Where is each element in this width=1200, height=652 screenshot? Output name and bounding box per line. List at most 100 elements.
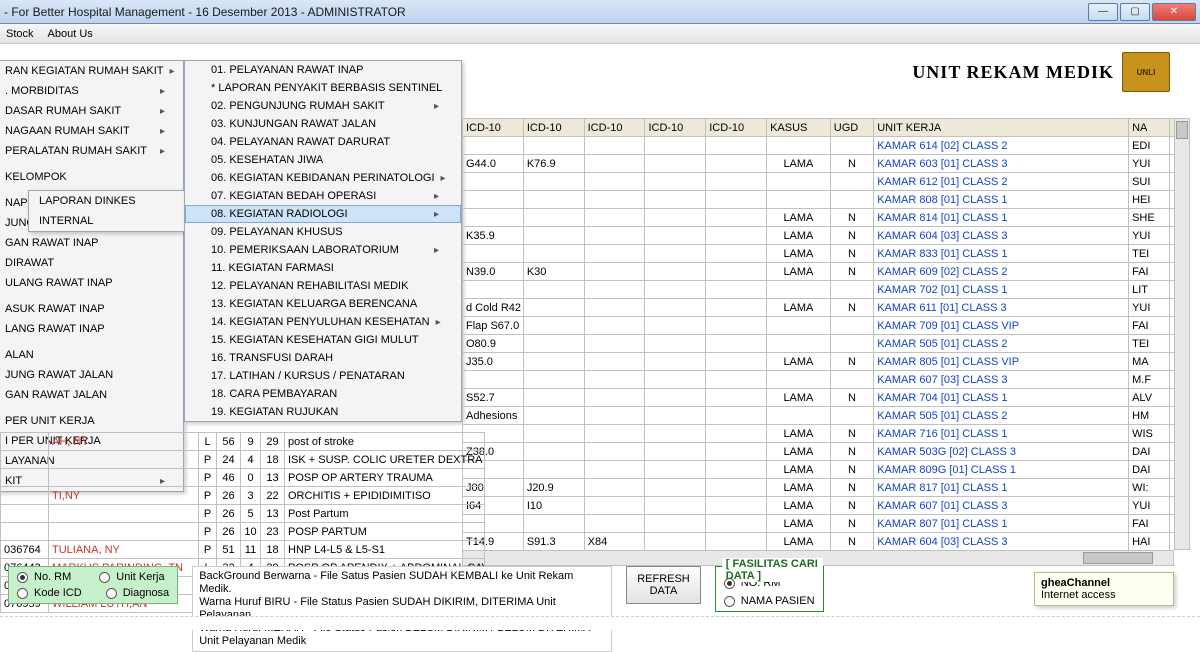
table-row[interactable]: KAMAR 612 [01] CLASS 2SUI	[463, 173, 1190, 191]
menu2-item-17[interactable]: 17. LATIHAN / KURSUS / PENATARAN	[185, 367, 461, 385]
table-row[interactable]: P26513Post Partum	[1, 505, 485, 523]
menu2-item-11[interactable]: 11. KEGIATAN FARMASI	[185, 259, 461, 277]
menu1-item-19[interactable]: GAN RAWAT JALAN	[0, 385, 183, 405]
data-grid[interactable]: ICD-10ICD-10ICD-10ICD-10ICD-10KASUSUGDUN…	[462, 118, 1190, 550]
column-header[interactable]: KASUS	[767, 119, 831, 137]
context-menu-level2: 01. PELAYANAN RAWAT INAP* LAPORAN PENYAK…	[184, 60, 462, 422]
radio-unit-kerja[interactable]	[99, 572, 110, 583]
menu2-item-18[interactable]: 18. CARA PEMBAYARAN	[185, 385, 461, 403]
menu-about[interactable]: About Us	[48, 28, 93, 40]
menu2-item-14[interactable]: 14. KEGIATAN PENYULUHAN KESEHATAN	[185, 313, 461, 331]
column-header[interactable]: ICD-10	[645, 119, 706, 137]
table-row[interactable]: KAMAR 607 [03] CLASS 3M.F	[463, 371, 1190, 389]
label-kode-icd: Kode ICD	[34, 587, 82, 599]
table-row[interactable]: AH, NYL56929post of stroke	[1, 433, 485, 451]
table-row[interactable]: S52.7LAMANKAMAR 704 [01] CLASS 1ALV	[463, 389, 1190, 407]
menu1-item-18[interactable]: JUNG RAWAT JALAN	[0, 365, 183, 385]
menu1-item-15[interactable]: LANG RAWAT INAP	[0, 319, 183, 339]
menu2-item-8[interactable]: 08. KEGIATAN RADIOLOGI	[185, 205, 461, 223]
network-name: gheaChannel	[1041, 577, 1167, 589]
window-titlebar: - For Better Hospital Management - 16 De…	[0, 0, 1200, 24]
column-header[interactable]: ICD-10	[584, 119, 645, 137]
bottom-panel: No. RM Unit Kerja Kode ICD Diagnosa Back…	[0, 566, 1200, 616]
menu1-item-3[interactable]: NAGAAN RUMAH SAKIT	[0, 121, 183, 141]
table-row[interactable]: Z38.0LAMANKAMAR 503G [02] CLASS 3DAI	[463, 443, 1190, 461]
table-row[interactable]: J35.0LAMANKAMAR 805 [01] CLASS VIPMA	[463, 353, 1190, 371]
table-row[interactable]: O80.9KAMAR 505 [01] CLASS 2TEI	[463, 335, 1190, 353]
radio-fas-no-rm[interactable]	[724, 578, 735, 589]
menu2-item-0[interactable]: 01. PELAYANAN RAWAT INAP	[185, 61, 461, 79]
table-row[interactable]: LAMANKAMAR 833 [01] CLASS 1TEI	[463, 245, 1190, 263]
menu-stock[interactable]: Stock	[6, 28, 34, 40]
table-row[interactable]: G44.0K76.9LAMANKAMAR 603 [01] CLASS 3YUI	[463, 155, 1190, 173]
context-menu-level1: RAN KEGIATAN RUMAH SAKIT. MORBIDITASDASA…	[0, 60, 184, 492]
menu1-item-0[interactable]: RAN KEGIATAN RUMAH SAKIT	[0, 61, 183, 81]
menu1-item-14[interactable]: ASUK RAWAT INAP	[0, 299, 183, 319]
menu1-item-12[interactable]: ULANG RAWAT INAP	[0, 273, 183, 293]
menu1-item-2[interactable]: DASAR RUMAH SAKIT	[0, 101, 183, 121]
table-row[interactable]: T14.9S91.3X84LAMANKAMAR 604 [03] CLASS 3…	[463, 533, 1190, 551]
radio-kode-icd[interactable]	[17, 588, 28, 599]
menu1-item-4[interactable]: PERALATAN RUMAH SAKIT	[0, 141, 183, 161]
table-row[interactable]: 036764TULIANA, NYP511118HNP L4-L5 & L5-S…	[1, 541, 485, 559]
table-row[interactable]: LAMANKAMAR 807 [01] CLASS 1FAI	[463, 515, 1190, 533]
table-row[interactable]: J00J20.9LAMANKAMAR 817 [01] CLASS 1WI:	[463, 479, 1190, 497]
menu2-item-13[interactable]: 13. KEGIATAN KELUARGA BERENCANA	[185, 295, 461, 313]
table-row[interactable]: P261023POSP PARTUM	[1, 523, 485, 541]
menu2-item-1[interactable]: * LAPORAN PENYAKIT BERBASIS SENTINEL	[185, 79, 461, 97]
menu2-item-10[interactable]: 10. PEMERIKSAAN LABORATORIUM	[185, 241, 461, 259]
refresh-button[interactable]: REFRESH DATA	[626, 566, 701, 604]
window-maximize-button[interactable]: ▢	[1120, 3, 1150, 21]
table-row[interactable]: TI,NYP26322ORCHITIS + EPIDIDIMITISO	[1, 487, 485, 505]
menu1-item-11[interactable]: DIRAWAT	[0, 253, 183, 273]
column-header[interactable]: ICD-10	[706, 119, 767, 137]
context-menu-sub-small: LAPORAN DINKES INTERNAL	[28, 190, 186, 232]
radio-no-rm[interactable]	[17, 572, 28, 583]
table-row[interactable]: Flap S67.0KAMAR 709 [01] CLASS VIPFAI	[463, 317, 1190, 335]
menu-item-internal[interactable]: INTERNAL	[29, 211, 185, 231]
window-close-button[interactable]: ✕	[1152, 3, 1196, 21]
menu2-item-2[interactable]: 02. PENGUNJUNG RUMAH SAKIT	[185, 97, 461, 115]
menu1-item-1[interactable]: . MORBIDITAS	[0, 81, 183, 101]
table-row[interactable]: LAMANKAMAR 809G [01] CLASS 1DAI	[463, 461, 1190, 479]
table-row[interactable]: KAMAR 808 [01] CLASS 1HEI	[463, 191, 1190, 209]
table-row[interactable]: P24418ISK + SUSP. COLIC URETER DEXTRA	[1, 451, 485, 469]
menu2-item-9[interactable]: 09. PELAYANAN KHUSUS	[185, 223, 461, 241]
menu2-item-5[interactable]: 05. KESEHATAN JIWA	[185, 151, 461, 169]
menu2-item-7[interactable]: 07. KEGIATAN BEDAH OPERASI	[185, 187, 461, 205]
vertical-scrollbar[interactable]	[1174, 118, 1190, 550]
network-tooltip: gheaChannel Internet access	[1034, 572, 1174, 606]
menu1-item-21[interactable]: PER UNIT KERJA	[0, 411, 183, 431]
network-status: Internet access	[1041, 589, 1167, 601]
column-header[interactable]: NA	[1129, 119, 1170, 137]
table-row[interactable]: K35.9LAMANKAMAR 604 [03] CLASS 3YUI	[463, 227, 1190, 245]
table-row[interactable]: KAMAR 614 [02] CLASS 2EDI	[463, 137, 1190, 155]
column-header[interactable]: ICD-10	[523, 119, 584, 137]
table-row[interactable]: LAMANKAMAR 814 [01] CLASS 1SHE	[463, 209, 1190, 227]
menu1-item-17[interactable]: ALAN	[0, 345, 183, 365]
table-row[interactable]: Adhesions KAMAR 505 [01] CLASS 2HM	[463, 407, 1190, 425]
column-header[interactable]: UGD	[830, 119, 873, 137]
radio-fas-nama[interactable]	[724, 596, 735, 607]
table-row[interactable]: P46013POSP OP ARTERY TRAUMA	[1, 469, 485, 487]
table-row[interactable]: LAMANKAMAR 716 [01] CLASS 1WIS	[463, 425, 1190, 443]
table-row[interactable]: N39.0K30LAMANKAMAR 609 [02] CLASS 2FAI	[463, 263, 1190, 281]
menu2-item-12[interactable]: 12. PELAYANAN REHABILITASI MEDIK	[185, 277, 461, 295]
page-title: UNIT REKAM MEDIK	[912, 62, 1114, 83]
menu2-item-15[interactable]: 15. KEGIATAN KESEHATAN GIGI MULUT	[185, 331, 461, 349]
column-header[interactable]: UNIT KERJA	[874, 119, 1129, 137]
menu1-item-6[interactable]: KELOMPOK	[0, 167, 183, 187]
table-row[interactable]: I64I10LAMANKAMAR 607 [01] CLASS 3YUI	[463, 497, 1190, 515]
menu2-item-4[interactable]: 04. PELAYANAN RAWAT DARURAT	[185, 133, 461, 151]
table-row[interactable]: d Cold R42LAMANKAMAR 611 [01] CLASS 3YUI	[463, 299, 1190, 317]
table-row[interactable]: KAMAR 702 [01] CLASS 1LIT	[463, 281, 1190, 299]
radio-diagnosa[interactable]	[106, 588, 117, 599]
window-minimize-button[interactable]: —	[1088, 3, 1118, 21]
menu2-item-3[interactable]: 03. KUNJUNGAN RAWAT JALAN	[185, 115, 461, 133]
menu2-item-6[interactable]: 06. KEGIATAN KEBIDANAN PERINATOLOGI	[185, 169, 461, 187]
menu1-item-10[interactable]: GAN RAWAT INAP	[0, 233, 183, 253]
menu2-item-19[interactable]: 19. KEGIATAN RUJUKAN	[185, 403, 461, 421]
menu2-item-16[interactable]: 16. TRANSFUSI DARAH	[185, 349, 461, 367]
column-header[interactable]: ICD-10	[463, 119, 524, 137]
menu-item-laporan-dinkes[interactable]: LAPORAN DINKES	[29, 191, 185, 211]
